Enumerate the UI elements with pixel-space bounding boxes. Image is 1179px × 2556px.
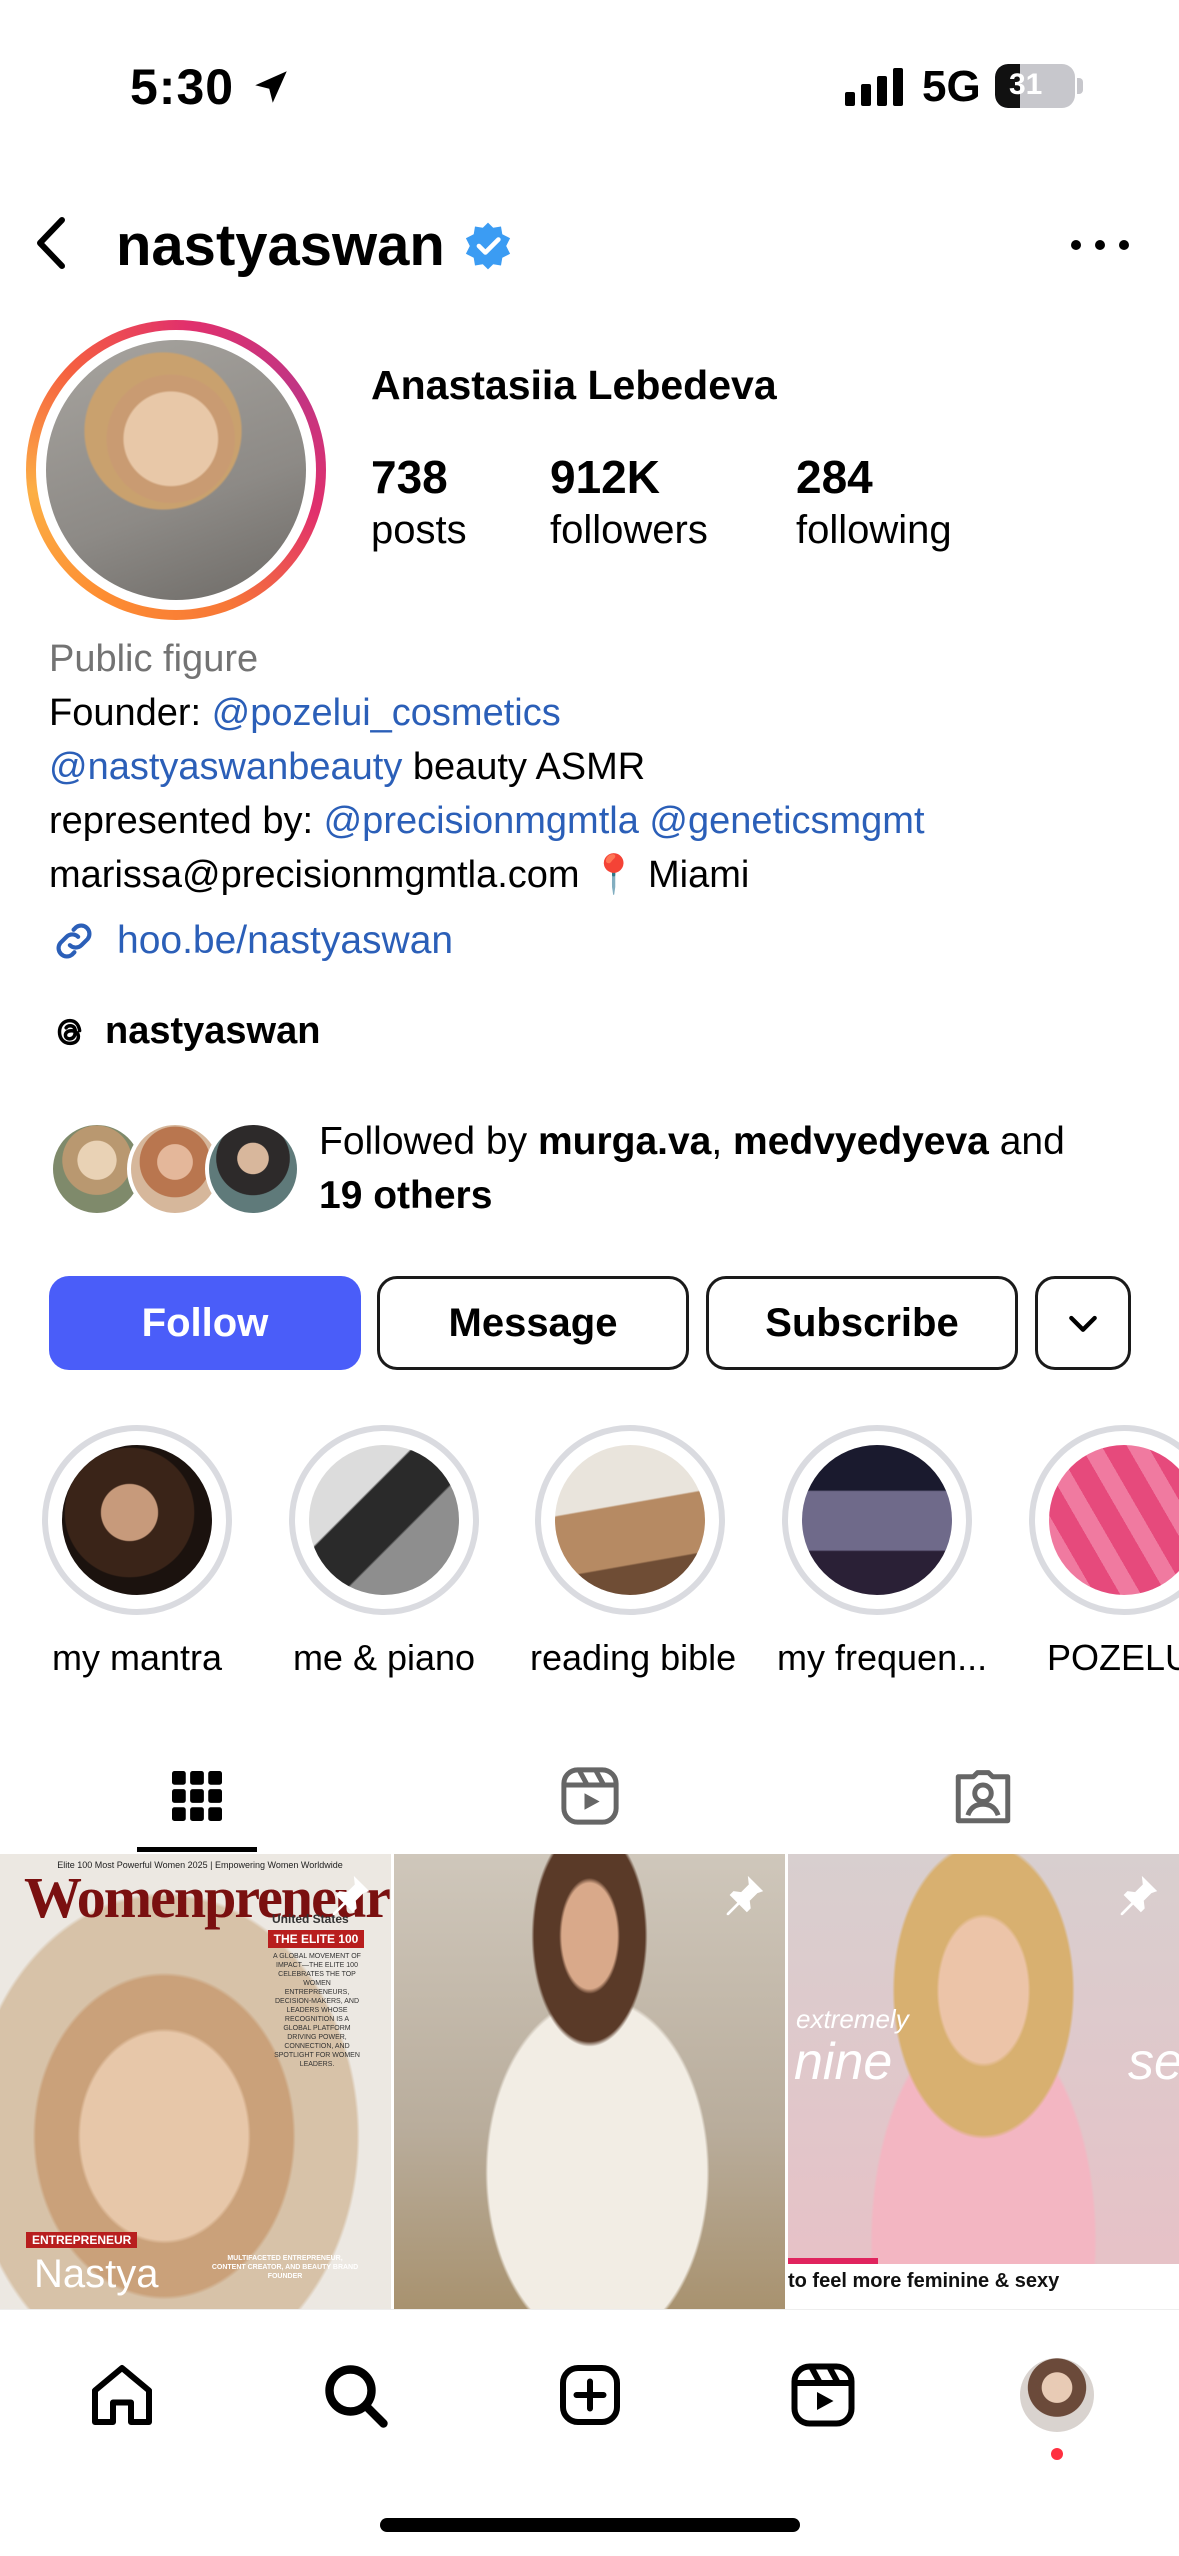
threads-icon [57,1018,82,1045]
profile-header: nastyaswan [0,190,1179,300]
tagged-person-icon [955,1770,1010,1824]
tabbar-reels[interactable] [778,2350,868,2440]
highlight-label: my frequen... [777,1637,988,1678]
status-bar: 5:30 5G 31 [0,0,1179,160]
story-highlights: my mantra me & piano reading bible my fr… [0,1425,1179,1685]
highlight-cover [62,1445,212,1595]
stat-posts-count: 738 [371,451,448,503]
cellular-signal-icon [845,66,903,106]
stat-followers-count: 912K [550,451,660,503]
active-tab-indicator [137,1847,257,1852]
notification-dot [1051,2448,1063,2460]
create-post-icon [560,2365,620,2425]
reels-icon [560,1767,619,1825]
highlight-item[interactable]: me & piano [284,1425,484,1679]
profile-category: Public figure [49,638,259,680]
profile-full-name: Anastasiia Lebedeva [371,362,777,408]
home-indicator [380,2518,800,2532]
stat-followers[interactable]: 912K followers [550,450,708,553]
post-image [394,1854,785,2309]
network-type: 5G [922,62,981,111]
tabbar-profile[interactable] [1012,2350,1102,2460]
threads-badge[interactable]: nastyaswan [49,1010,320,1053]
highlight-item[interactable]: my frequen... [777,1425,988,1679]
profile-bio: Public figure Founder: @pozelui_cosmetic… [49,632,1149,902]
pinned-icon [726,1875,764,1916]
tabbar-home[interactable] [77,2350,167,2440]
highlight-label: me & piano [292,1637,476,1678]
mutual-follower-avatar [205,1121,301,1217]
bio-line-4: marissa@precisionmgmtla.com 📍 Miami [49,854,750,896]
highlight-item[interactable]: POZELUI [1024,1425,1179,1679]
bio-line-2: @nastyaswanbeauty beauty ASMR [49,746,646,788]
subscribe-button[interactable]: Subscribe [706,1276,1018,1370]
stat-followers-label: followers [550,508,708,552]
grid-icon [171,1771,222,1821]
posts-grid: Elite 100 Most Powerful Women 2025 | Emp… [0,1854,1179,2309]
reel-overlay-text: nine [794,2033,893,2091]
highlight-cover [555,1445,705,1595]
reel-caption: to feel more feminine & sexy [788,2270,1060,2292]
profile-tab-avatar [1020,2358,1094,2432]
bio-line-3: represented by: @precisionmgmtla @geneti… [49,800,925,842]
back-arrow-icon[interactable] [20,208,90,278]
threads-username: nastyaswan [105,1010,321,1052]
followed-by-row[interactable]: Followed by murga.va, medvyedyeva and 19 … [49,1115,1149,1225]
suggested-accounts-button[interactable] [1035,1276,1131,1370]
mention-link[interactable]: @nastyaswanbeauty [49,746,402,788]
chevron-down-icon [1069,1315,1097,1332]
link-text[interactable]: hoo.be/nastyaswan [117,919,453,963]
profile-avatar-story-ring[interactable] [26,320,326,620]
highlight-cover [802,1445,952,1595]
grid-post[interactable] [394,1854,785,2309]
reel-overlay-text: extremely [796,2004,909,2034]
highlight-cover [309,1445,459,1595]
search-icon [325,2365,388,2428]
home-icon [92,2365,152,2425]
battery-percent: 31 [1009,68,1043,101]
highlight-item[interactable]: my mantra [37,1425,237,1679]
highlight-label: reading bible [530,1637,737,1678]
message-button[interactable]: Message [377,1276,689,1370]
location-arrow-icon [255,71,287,103]
profile-external-link[interactable]: hoo.be/nastyaswan [49,916,453,966]
reel-progress-bar [788,2258,878,2264]
highlight-label: POZELUI [1046,1637,1179,1678]
tab-tagged[interactable] [786,1740,1179,1852]
verified-badge-icon [465,222,511,270]
stat-following[interactable]: 284 following [796,450,952,553]
highlight-cover [1049,1445,1179,1595]
mention-link[interactable]: @precisionmgmtla [324,800,639,842]
profile-content-tabs [0,1740,1179,1852]
more-options-icon[interactable] [1060,220,1140,270]
mention-link[interactable]: @pozelui_cosmetics [212,692,561,734]
mention-link[interactable]: @geneticsmgmt [649,800,924,842]
tabbar-create[interactable] [545,2350,635,2440]
header-username: nastyaswan [116,213,445,278]
grid-post[interactable]: extremely nine se to feel more feminine … [788,1854,1179,2309]
pinned-icon [332,1875,370,1916]
status-time: 5:30 [130,59,235,115]
tab-reels[interactable] [393,1740,786,1852]
tab-posts-grid[interactable] [0,1740,393,1852]
stat-posts-label: posts [371,508,467,552]
profile-avatar [46,340,306,600]
follow-button[interactable]: Follow [49,1276,361,1370]
bio-line-1: Founder: @pozelui_cosmetics [49,692,561,734]
highlight-label: my mantra [51,1637,223,1678]
stat-following-label: following [796,508,952,552]
stat-posts[interactable]: 738 posts [371,450,467,553]
reel-overlay-text: se [1128,2033,1179,2091]
battery-tip [1077,78,1083,94]
followed-by-text: Followed by murga.va, medvyedyeva and 19 … [319,1120,1065,1217]
grid-post[interactable]: Elite 100 Most Powerful Women 2025 | Emp… [0,1854,391,2309]
link-icon [56,923,92,959]
reels-icon [791,2363,855,2427]
pinned-icon [1120,1875,1158,1916]
battery-icon: 31 [995,64,1075,108]
bottom-tab-bar [0,2309,1179,2556]
tabbar-search[interactable] [310,2350,400,2440]
stat-following-count: 284 [796,451,873,503]
highlight-item[interactable]: reading bible [530,1425,737,1679]
